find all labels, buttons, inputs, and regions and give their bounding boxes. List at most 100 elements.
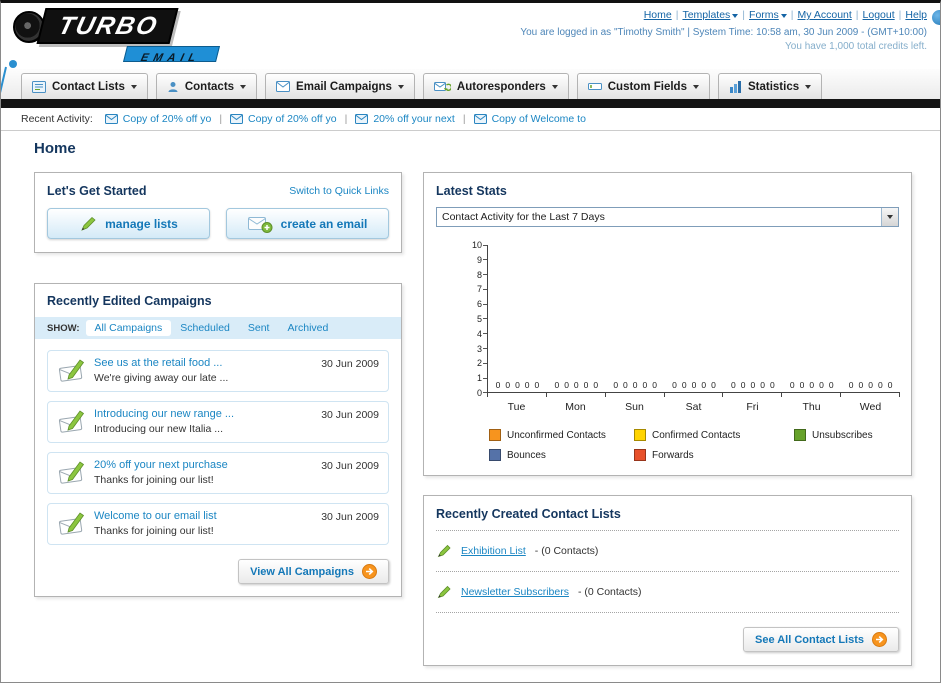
logo-main-wordmark: TURBO — [36, 8, 179, 44]
chevron-down-icon — [887, 215, 893, 219]
link-logout[interactable]: Logout — [863, 9, 895, 21]
switch-quick-links-link[interactable]: Switch to Quick Links — [289, 185, 389, 197]
legend-label: Bounces — [507, 449, 546, 461]
turbo-email-logo[interactable]: TURBO EMAIL — [13, 7, 268, 65]
dotted-divider — [436, 530, 899, 531]
activity-separator: | — [344, 113, 348, 125]
y-axis-label: 2 — [470, 358, 487, 368]
view-all-campaigns-label: View All Campaigns — [250, 565, 354, 578]
legend-item: Unsubscribes — [794, 429, 899, 441]
chart-value-group: 00000 — [848, 380, 893, 390]
app-window: TURBO EMAIL Home | Templates | Forms | My Acco… — [0, 0, 941, 683]
legend-label: Unsubscribes — [812, 429, 873, 441]
arrow-right-circle-icon — [872, 632, 887, 647]
filter-tab-sent[interactable]: Sent — [239, 320, 279, 336]
autoresponder-icon — [433, 81, 451, 93]
see-all-contact-lists-button[interactable]: See All Contact Lists — [742, 627, 899, 652]
chart-value-group: 00000 — [789, 380, 834, 390]
legend-swatch — [634, 449, 646, 461]
envelope-icon — [230, 114, 244, 124]
nav-tab-label: Contacts — [184, 80, 235, 93]
envelope-icon — [104, 114, 118, 124]
x-axis-label: Sun — [625, 401, 644, 413]
create-email-button[interactable]: create an email — [226, 208, 389, 239]
envelope-icon — [276, 81, 291, 92]
chart-value-group: 00000 — [495, 380, 540, 390]
envelope-icon — [355, 114, 369, 124]
contact-list-name-link[interactable]: Exhibition List — [461, 545, 526, 557]
recently-edited-campaigns-panel: Recently Edited Campaigns SHOW: All Camp… — [34, 283, 402, 597]
chevron-down-icon — [805, 84, 812, 89]
campaign-subtitle: Thanks for joining our list! — [94, 474, 214, 486]
legend-item: Unconfirmed Contacts — [489, 429, 634, 441]
dotted-divider — [436, 612, 899, 613]
link-home[interactable]: Home — [644, 9, 672, 21]
stats-period-value: Contact Activity for the Last 7 Days — [442, 211, 605, 223]
legend-label: Confirmed Contacts — [652, 429, 741, 441]
page-title: Home — [34, 140, 76, 157]
legend-item: Confirmed Contacts — [634, 429, 794, 441]
arrow-right-circle-icon — [362, 564, 377, 579]
contact-list-count: - (0 Contacts) — [577, 586, 642, 598]
contact-lists-title: Recently Created Contact Lists — [436, 507, 621, 521]
campaign-row[interactable]: See us at the retail food ... We're givi… — [47, 350, 389, 392]
main-content: Home Let's Get Started Switch to Quick L… — [1, 131, 940, 666]
nav-tab-custom-fields[interactable]: Custom Fields — [576, 73, 710, 99]
campaign-row[interactable]: Introducing our new range ... Introducin… — [47, 401, 389, 443]
link-my-account[interactable]: My Account — [798, 9, 852, 21]
nav-tab-contacts[interactable]: Contacts — [155, 73, 258, 99]
campaign-row[interactable]: 20% off your next purchase Thanks for jo… — [47, 452, 389, 494]
link-forms[interactable]: Forms — [749, 9, 787, 21]
y-axis-label: 3 — [470, 344, 487, 354]
recent-activity-item[interactable]: 20% off your next — [355, 113, 455, 125]
nav-tab-label: Custom Fields — [607, 80, 687, 93]
x-axis-label: Sat — [685, 401, 702, 413]
legend-swatch — [794, 429, 806, 441]
pencil-icon — [79, 216, 97, 232]
envelope-pencil-icon — [56, 357, 88, 385]
link-templates[interactable]: Templates — [682, 9, 739, 21]
link-separator: | — [855, 9, 859, 21]
link-separator: | — [898, 9, 902, 21]
login-status-text: You are logged in as "Timothy Smith" | S… — [520, 27, 927, 38]
campaign-date: 30 Jun 2009 — [321, 409, 379, 421]
contact-list-name-link[interactable]: Newsletter Subscribers — [461, 586, 569, 598]
legend-swatch — [489, 429, 501, 441]
nav-tab-email-campaigns[interactable]: Email Campaigns — [265, 73, 415, 99]
right-column: Latest Stats Contact Activity for the La… — [423, 172, 912, 666]
select-arrow-button[interactable] — [881, 208, 898, 226]
filter-tab-all-campaigns[interactable]: All Campaigns — [85, 320, 172, 336]
nav-tab-autoresponders[interactable]: Autoresponders — [422, 73, 569, 99]
recent-activity-item-label: 20% off your next — [373, 113, 455, 125]
y-axis-label: 5 — [470, 314, 487, 324]
contact-list-row[interactable]: Exhibition List - (0 Contacts) — [436, 540, 899, 562]
chevron-down-icon — [780, 14, 787, 18]
manage-lists-button[interactable]: manage lists — [47, 208, 210, 239]
show-label: SHOW: — [47, 322, 80, 334]
nav-tab-contact-lists[interactable]: Contact Lists — [21, 73, 148, 99]
view-all-campaigns-button[interactable]: View All Campaigns — [238, 559, 389, 584]
x-axis-label: Thu — [802, 401, 821, 413]
utility-links: Home | Templates | Forms | My Account | Logout | H… — [520, 9, 927, 21]
y-axis-label: 0 — [470, 388, 487, 398]
envelope-plus-icon — [247, 215, 273, 233]
contact-list-row[interactable]: Newsletter Subscribers - (0 Contacts) — [436, 581, 899, 603]
legend-swatch — [489, 449, 501, 461]
legend-label: Unconfirmed Contacts — [507, 429, 606, 441]
recent-activity-item[interactable]: Copy of 20% off yo — [230, 113, 337, 125]
chevron-down-icon — [397, 84, 404, 89]
recent-activity-item[interactable]: Copy of Welcome to — [473, 113, 586, 125]
filter-tab-scheduled[interactable]: Scheduled — [171, 320, 239, 336]
campaign-subtitle: Thanks for joining our list! — [94, 525, 214, 537]
filter-tab-archived[interactable]: Archived — [278, 320, 337, 336]
nav-tab-label: Autoresponders — [456, 80, 546, 93]
chevron-down-icon — [732, 14, 739, 18]
stats-period-select[interactable]: Contact Activity for the Last 7 Days — [436, 207, 899, 227]
header-utility-area: Home | Templates | Forms | My Account | Logout | H… — [520, 9, 927, 52]
x-axis-label: Wed — [859, 401, 882, 413]
recent-activity-item[interactable]: Copy of 20% off yo — [104, 113, 211, 125]
link-help[interactable]: Help — [905, 9, 927, 21]
nav-tab-statistics[interactable]: Statistics — [717, 73, 823, 99]
campaign-subtitle: We're giving away our late ... — [94, 372, 229, 384]
campaign-row[interactable]: Welcome to our email list Thanks for joi… — [47, 503, 389, 545]
